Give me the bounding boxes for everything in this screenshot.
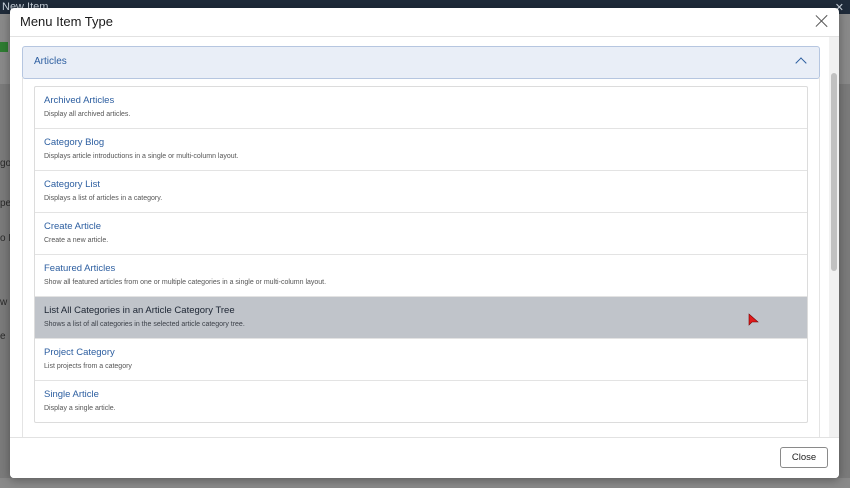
item-title: Create Article <box>44 221 102 232</box>
item-description: Display a single article. <box>44 405 116 412</box>
accordion-title: Articles <box>34 56 67 67</box>
menu-type-list: Archived Articles Display all archived a… <box>34 86 808 423</box>
background-text: e <box>0 331 6 342</box>
item-description: Show all featured articles from one or m… <box>44 279 327 286</box>
item-title: Featured Articles <box>44 263 116 274</box>
modal-body: Articles Archived Articles Display all a… <box>10 37 839 437</box>
modal-footer: Close <box>10 437 839 478</box>
accordion-header-articles[interactable]: Articles <box>22 46 820 79</box>
item-title: List All Categories in an Article Catego… <box>44 305 235 316</box>
list-item[interactable]: Archived Articles Display all archived a… <box>35 87 807 129</box>
item-title: Single Article <box>44 389 99 400</box>
item-description: Display all archived articles. <box>44 111 131 118</box>
scrollbar[interactable] <box>829 37 839 437</box>
item-description: Displays article introductions in a sing… <box>44 153 239 160</box>
list-item[interactable]: Category List Displays a list of article… <box>35 171 807 213</box>
chevron-up-icon <box>795 57 807 69</box>
list-item-selected[interactable]: List All Categories in an Article Catego… <box>35 297 807 339</box>
close-icon[interactable] <box>813 12 831 30</box>
menu-item-type-modal: Menu Item Type Articles Archived Article… <box>10 8 839 478</box>
list-item[interactable]: Single Article Display a single article. <box>35 381 807 422</box>
list-item[interactable]: Project Category List projects from a ca… <box>35 339 807 381</box>
item-description: List projects from a category <box>44 363 132 370</box>
item-title: Category List <box>44 179 100 190</box>
scrollbar-thumb[interactable] <box>831 73 837 271</box>
item-description: Shows a list of all categories in the se… <box>44 321 245 328</box>
item-title: Archived Articles <box>44 95 115 106</box>
modal-title: Menu Item Type <box>20 14 113 29</box>
list-item[interactable]: Create Article Create a new article. <box>35 213 807 255</box>
accordion-panel: Archived Articles Display all archived a… <box>22 77 820 437</box>
item-description: Displays a list of articles in a categor… <box>44 195 163 202</box>
list-item[interactable]: Category Blog Displays article introduct… <box>35 129 807 171</box>
list-item[interactable]: Featured Articles Show all featured arti… <box>35 255 807 297</box>
item-title: Category Blog <box>44 137 105 148</box>
modal-header: Menu Item Type <box>10 8 839 37</box>
close-button[interactable]: Close <box>780 447 828 468</box>
item-description: Create a new article. <box>44 237 109 244</box>
background-save-icon <box>0 42 8 52</box>
item-title: Project Category <box>44 347 115 358</box>
background-footer <box>0 478 850 488</box>
background-text: w <box>0 297 8 308</box>
